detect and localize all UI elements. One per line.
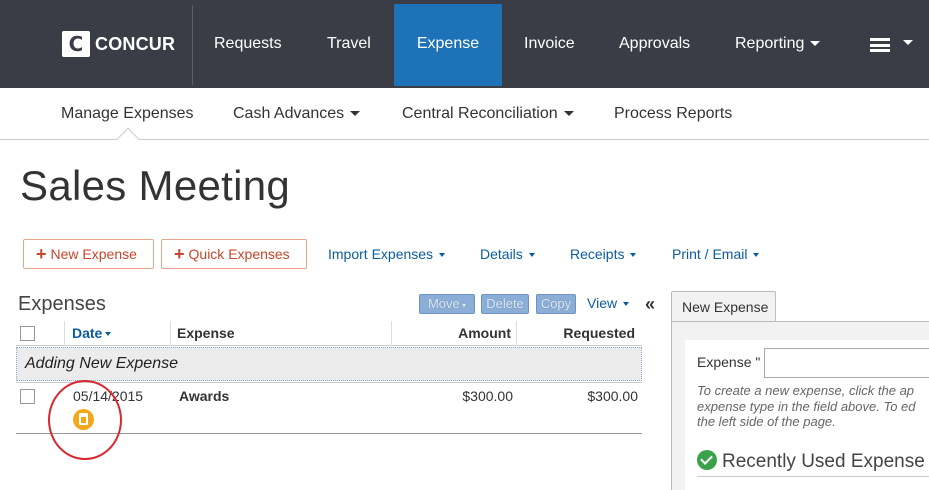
- expense-type-label: Expense ": [697, 354, 761, 370]
- chevron-down-icon: [810, 41, 821, 47]
- receipts-label: Receipts: [570, 246, 625, 262]
- chevron-down-icon: [563, 111, 574, 117]
- recently-used-expenses-heading: Recently Used Expense: [697, 450, 925, 473]
- row-amount: $300.00: [462, 388, 513, 404]
- new-expense-button[interactable]: + New Expense: [23, 239, 154, 269]
- row-checkbox[interactable]: [20, 389, 35, 404]
- nav-reporting[interactable]: Reporting: [735, 0, 821, 88]
- chevron-down-icon: ▾: [459, 301, 467, 310]
- details-dropdown[interactable]: Details: [480, 246, 535, 262]
- divider: [697, 476, 929, 477]
- nav-divider: [192, 5, 193, 85]
- expenses-heading: Expenses: [18, 293, 106, 315]
- page-title: Sales Meeting: [20, 162, 291, 209]
- requested-column-header[interactable]: Requested: [563, 325, 635, 341]
- chevron-down-icon: [753, 253, 760, 258]
- recently-used-label: Recently Used Expense: [722, 451, 925, 472]
- date-header-label: Date: [72, 325, 103, 341]
- subnav-process-reports[interactable]: Process Reports: [614, 88, 732, 140]
- chevron-down-icon: [528, 253, 535, 258]
- annotation-highlight-circle: [48, 380, 122, 460]
- nav-approvals[interactable]: Approvals: [619, 0, 690, 88]
- move-label: Move: [427, 296, 460, 311]
- view-label: View: [587, 295, 618, 311]
- sort-desc-icon: [105, 332, 112, 337]
- subnav-central-reconciliation-label: Central Reconciliation: [402, 105, 558, 122]
- subnav-cash-advances[interactable]: Cash Advances: [233, 88, 361, 140]
- nav-travel[interactable]: Travel: [327, 0, 371, 88]
- nav-reporting-label: Reporting: [735, 35, 805, 52]
- help-line: the left side of the page.: [697, 414, 836, 429]
- plus-icon: +: [36, 244, 47, 264]
- expense-column-header[interactable]: Expense: [177, 325, 235, 341]
- expense-type-input[interactable]: [764, 348, 929, 378]
- top-navigation-bar: C CONCUR Requests Travel Expense Invoice…: [0, 0, 929, 88]
- new-expense-help-text: To create a new expense, click the ap ex…: [697, 383, 929, 430]
- quick-expenses-button[interactable]: + Quick Expenses: [161, 239, 307, 269]
- details-label: Details: [480, 246, 523, 262]
- print-email-label: Print / Email: [672, 246, 748, 262]
- select-all-checkbox[interactable]: [20, 326, 35, 341]
- check-circle-icon: [697, 450, 717, 470]
- chevron-down-icon: [623, 302, 630, 307]
- import-expenses-dropdown[interactable]: Import Expenses: [328, 246, 446, 262]
- receipts-dropdown[interactable]: Receipts: [570, 246, 637, 262]
- subnav-cash-advances-label: Cash Advances: [233, 105, 345, 122]
- move-button[interactable]: Move ▾: [419, 294, 475, 314]
- chevron-down-icon: [903, 40, 913, 45]
- subnav-central-reconciliation[interactable]: Central Reconciliation: [402, 88, 574, 140]
- view-dropdown[interactable]: View: [587, 295, 630, 311]
- nav-expense[interactable]: Expense: [394, 4, 502, 86]
- row-requested: $300.00: [587, 388, 638, 404]
- chevron-down-icon: [350, 111, 361, 117]
- row-expense-type: Awards: [179, 388, 230, 404]
- logo-text: CONCUR: [95, 33, 176, 54]
- new-expense-label: New Expense: [50, 246, 137, 262]
- sub-navigation-bar: Manage Expenses Cash Advances Central Re…: [0, 88, 929, 140]
- quick-expenses-label: Quick Expenses: [188, 246, 290, 262]
- plus-icon: +: [174, 244, 185, 264]
- concur-logo[interactable]: C CONCUR: [62, 31, 175, 57]
- help-line: To create a new expense, click the ap: [697, 383, 915, 398]
- collapse-panel-icon[interactable]: «: [645, 294, 655, 315]
- adding-new-expense-row[interactable]: Adding New Expense: [16, 347, 642, 381]
- copy-button[interactable]: Copy: [536, 294, 576, 314]
- import-expenses-label: Import Expenses: [328, 246, 434, 262]
- tab-new-expense[interactable]: New Expense: [671, 291, 776, 322]
- chevron-down-icon: [439, 253, 446, 258]
- logo-letter: C: [68, 32, 84, 56]
- print-email-dropdown[interactable]: Print / Email: [672, 246, 760, 262]
- nav-invoice[interactable]: Invoice: [524, 0, 575, 88]
- expense-grid-header: Date Expense Amount Requested: [16, 321, 642, 346]
- delete-button[interactable]: Delete: [481, 294, 529, 314]
- concur-logo-icon: C: [62, 31, 90, 57]
- date-column-header[interactable]: Date: [72, 325, 112, 341]
- amount-column-header[interactable]: Amount: [458, 325, 511, 341]
- chevron-down-icon: [630, 253, 637, 258]
- hamburger-menu-icon[interactable]: [870, 38, 890, 52]
- nav-requests[interactable]: Requests: [214, 0, 282, 88]
- help-line: expense type in the field above. To ed: [697, 398, 916, 414]
